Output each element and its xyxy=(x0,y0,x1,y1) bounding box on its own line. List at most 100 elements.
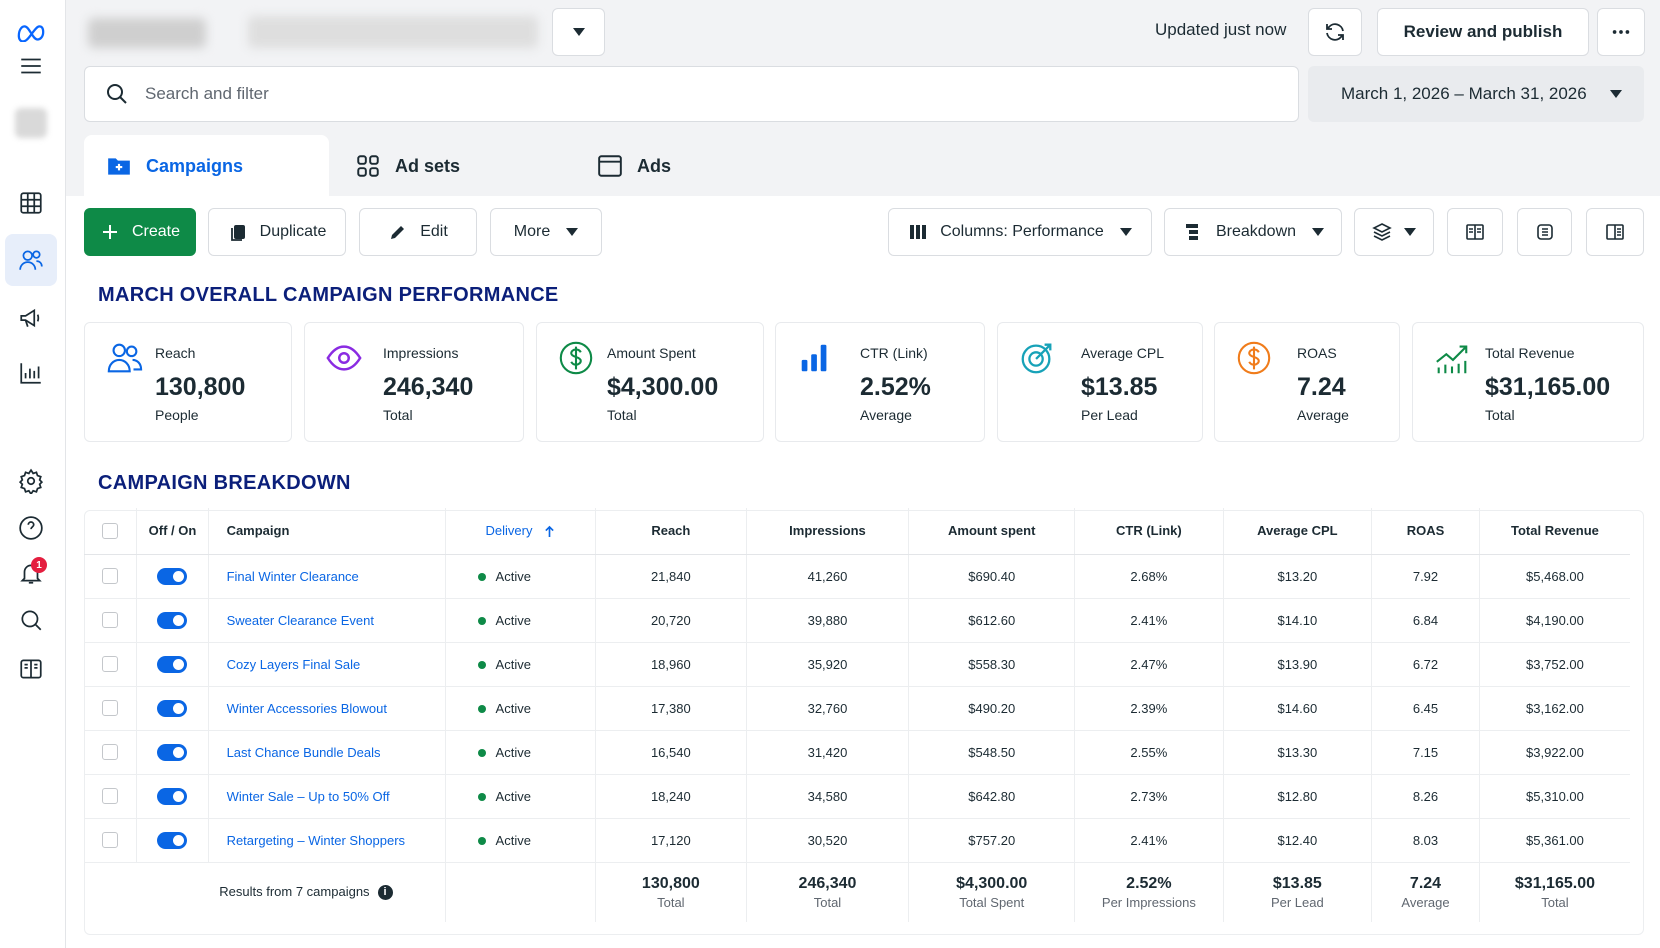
hamburger-menu-icon[interactable] xyxy=(13,48,49,84)
edit-button[interactable]: Edit xyxy=(359,208,477,256)
campaign-on-off-toggle[interactable] xyxy=(157,655,188,673)
campaign-name-link[interactable]: Winter Accessories Blowout xyxy=(208,686,446,731)
row-checkbox[interactable] xyxy=(102,700,119,717)
kpi-card-total-revenue: Total Revenue $31,165.00 Total xyxy=(1412,322,1644,442)
row-checkbox[interactable] xyxy=(102,744,119,761)
toggle-cell[interactable] xyxy=(136,686,209,731)
info-icon[interactable]: i xyxy=(377,885,393,901)
table-row[interactable]: Sweater Clearance Event Active 20,720 39… xyxy=(84,598,1630,643)
toggle-cell[interactable] xyxy=(136,554,209,599)
toggle-cell[interactable] xyxy=(136,642,209,687)
reports-bar-chart-icon[interactable] xyxy=(13,355,49,391)
campaign-on-off-toggle[interactable] xyxy=(157,787,188,805)
table-row[interactable]: Winter Accessories Blowout Active 17,380… xyxy=(84,686,1630,731)
toggle-cell[interactable] xyxy=(136,730,209,775)
row-checkbox[interactable] xyxy=(102,832,119,849)
breakdown-dropdown[interactable]: Breakdown xyxy=(1164,208,1342,256)
refresh-button[interactable] xyxy=(1308,8,1362,56)
campaign-name-link[interactable]: Last Chance Bundle Deals xyxy=(208,730,446,775)
campaign-name-link[interactable]: Retargeting – Winter Shoppers xyxy=(208,818,446,863)
col-header-reach[interactable]: Reach xyxy=(595,508,747,555)
search-and-filter-bar[interactable] xyxy=(84,66,1299,122)
row-checkbox-cell[interactable] xyxy=(84,598,138,643)
col-header-roas[interactable]: ROAS xyxy=(1371,508,1480,555)
account-dropdown-button[interactable] xyxy=(552,8,605,56)
search-icon[interactable] xyxy=(13,602,49,638)
campaign-on-off-toggle[interactable] xyxy=(157,743,188,761)
search-input[interactable] xyxy=(145,84,1045,104)
col-header-average-cpl[interactable]: Average CPL xyxy=(1223,508,1373,555)
campaign-on-off-toggle[interactable] xyxy=(157,831,188,849)
duplicate-button[interactable]: Duplicate xyxy=(208,208,346,256)
tab-campaigns[interactable]: Campaigns xyxy=(84,135,329,197)
table-row[interactable]: Cozy Layers Final Sale Active 18,960 35,… xyxy=(84,642,1630,687)
tab-ad-sets[interactable]: Ad sets xyxy=(333,135,568,197)
help-question-icon[interactable] xyxy=(13,510,49,546)
campaign-name-link[interactable]: Winter Sale – Up to 50% Off xyxy=(208,774,446,819)
campaign-on-off-toggle[interactable] xyxy=(157,611,188,629)
table-row[interactable]: Retargeting – Winter Shoppers Active 17,… xyxy=(84,818,1630,863)
total-revenue-value: $31,165.00 xyxy=(1514,874,1595,892)
delivery-status: Active xyxy=(495,788,531,804)
tab-label: Campaigns xyxy=(146,155,244,176)
amount-spent-cell: $612.60 xyxy=(908,598,1076,643)
date-range-picker[interactable]: March 1, 2026 – March 31, 2026 xyxy=(1308,66,1644,122)
row-checkbox-cell[interactable] xyxy=(84,818,138,863)
tab-ads[interactable]: Ads xyxy=(575,135,785,197)
col-header-amount-spent[interactable]: Amount spent xyxy=(908,508,1076,555)
total-ctr-cell: 2.52% Per Impressions xyxy=(1074,862,1224,922)
toggle-cell[interactable] xyxy=(136,774,209,819)
col-header-impressions[interactable]: Impressions xyxy=(746,508,910,555)
table-row[interactable]: Final Winter Clearance Active 21,840 41,… xyxy=(84,554,1630,599)
row-checkbox-cell[interactable] xyxy=(84,730,138,775)
documentation-book-icon[interactable] xyxy=(13,651,49,687)
audiences-people-icon[interactable] xyxy=(5,234,57,286)
campaign-name-link[interactable]: Sweater Clearance Event xyxy=(208,598,446,643)
columns-dropdown[interactable]: Columns: Performance xyxy=(888,208,1152,256)
col-header-campaign[interactable]: Campaign xyxy=(208,508,446,555)
megaphone-icon[interactable] xyxy=(13,300,49,336)
notifications-bell-icon[interactable]: 1 xyxy=(13,555,49,591)
toggle-cell[interactable] xyxy=(136,818,209,863)
ad-account-selector-blurred[interactable] xyxy=(248,16,538,48)
kpi-value: 246,340 xyxy=(383,373,474,401)
col-header-total-revenue[interactable]: Total Revenue xyxy=(1479,508,1630,555)
side-panel-button[interactable] xyxy=(1586,208,1644,256)
ad-account-name-blurred[interactable] xyxy=(88,18,206,48)
campaign-name-link[interactable]: Final Winter Clearance xyxy=(208,554,446,599)
campaign-on-off-toggle[interactable] xyxy=(157,699,188,717)
table-row[interactable]: Winter Sale – Up to 50% Off Active 18,24… xyxy=(84,774,1630,819)
row-checkbox[interactable] xyxy=(102,568,119,585)
roas-cell: 7.92 xyxy=(1371,554,1480,599)
row-checkbox[interactable] xyxy=(102,788,119,805)
account-avatar[interactable] xyxy=(15,108,47,138)
create-button[interactable]: Create xyxy=(84,208,196,256)
campaign-name-link[interactable]: Cozy Layers Final Sale xyxy=(208,642,446,687)
sort-ascending-icon[interactable] xyxy=(544,525,555,538)
row-checkbox[interactable] xyxy=(102,612,119,629)
row-checkbox-cell[interactable] xyxy=(84,774,138,819)
more-actions-dropdown[interactable]: More xyxy=(490,208,602,256)
select-all-checkbox[interactable] xyxy=(102,523,119,540)
row-checkbox-cell[interactable] xyxy=(84,554,138,599)
campaign-on-off-toggle[interactable] xyxy=(157,567,188,585)
roas-cell: 6.72 xyxy=(1371,642,1480,687)
row-checkbox-cell[interactable] xyxy=(84,686,138,731)
table-row[interactable]: Last Chance Bundle Deals Active 16,540 3… xyxy=(84,730,1630,775)
settings-gear-icon[interactable] xyxy=(13,463,49,499)
toggle-cell[interactable] xyxy=(136,598,209,643)
more-options-button[interactable] xyxy=(1597,8,1645,56)
total-delivery-cell xyxy=(445,862,597,922)
total-spent-value: $4,300.00 xyxy=(956,874,1028,892)
compare-button[interactable] xyxy=(1517,208,1572,256)
col-header-ctr[interactable]: CTR (Link) xyxy=(1074,508,1224,555)
review-and-publish-button[interactable]: Review and publish xyxy=(1377,8,1589,56)
meta-logo-icon[interactable] xyxy=(13,14,49,50)
col-header-delivery[interactable]: Delivery xyxy=(445,508,597,555)
layers-dropdown[interactable] xyxy=(1354,208,1434,256)
row-checkbox-cell[interactable] xyxy=(84,642,138,687)
row-checkbox[interactable] xyxy=(102,656,119,673)
select-all-checkbox-cell[interactable] xyxy=(84,508,138,555)
all-tools-grid-icon[interactable] xyxy=(13,185,49,221)
view-toggle-button[interactable] xyxy=(1447,208,1503,256)
